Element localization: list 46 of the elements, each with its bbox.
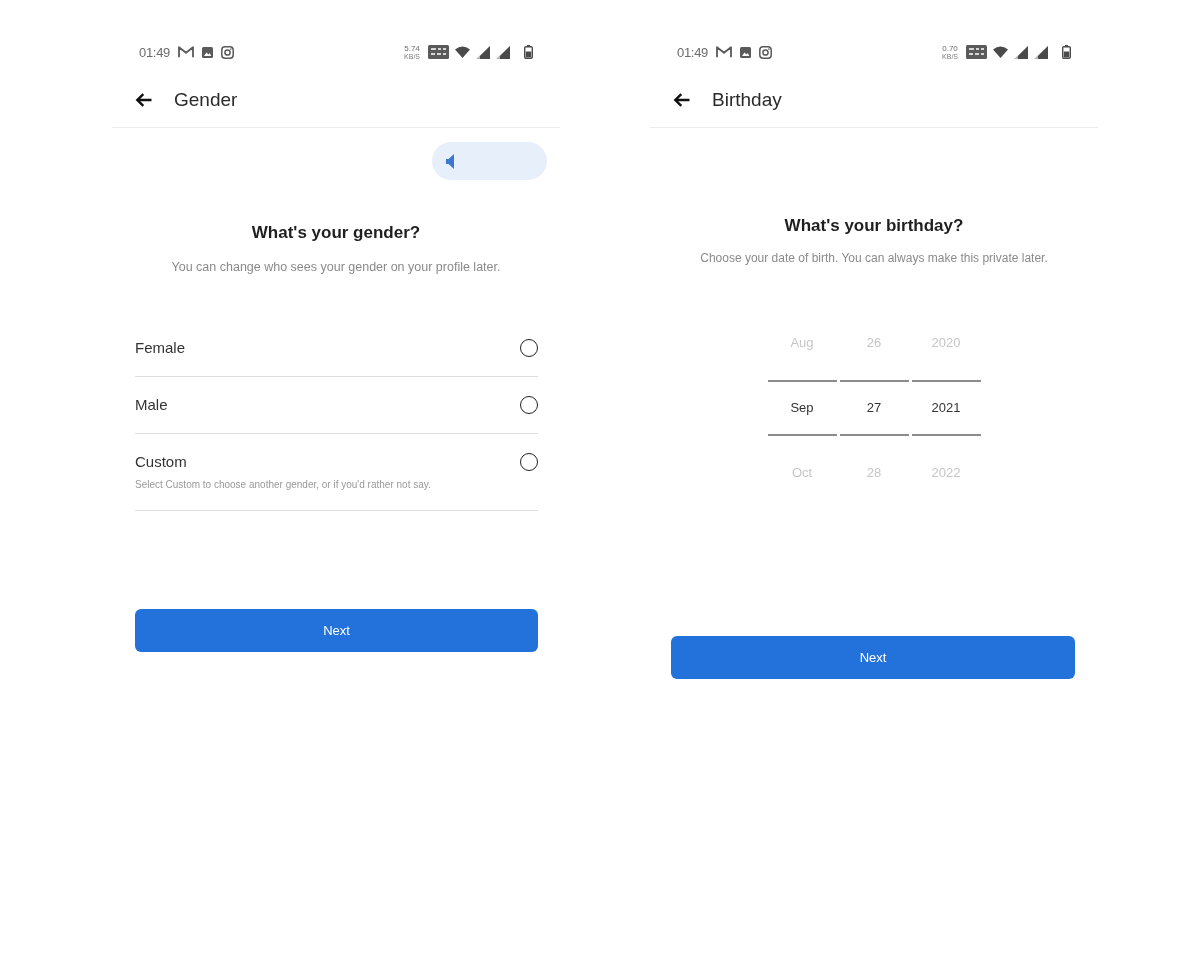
network-badge-icon: [966, 45, 987, 59]
picker-option[interactable]: 2020: [911, 315, 981, 371]
signal-icon: [1034, 45, 1048, 59]
picker-option[interactable]: 26: [839, 315, 909, 371]
camera-icon: [221, 45, 235, 59]
wifi-icon: [455, 46, 470, 58]
network-speed: 0.70: [942, 44, 958, 53]
picker-option[interactable]: 27: [839, 380, 909, 436]
back-button[interactable]: [135, 93, 152, 107]
wifi-icon: [993, 46, 1008, 58]
mail-icon: [716, 46, 733, 58]
signal-icon: [1014, 45, 1028, 59]
picker-option[interactable]: Aug: [767, 315, 837, 371]
picker-option[interactable]: 2021: [911, 380, 981, 436]
arrow-left-icon: [673, 93, 690, 107]
picker-option[interactable]: 28: [839, 445, 909, 501]
status-time: 01:49: [677, 45, 709, 59]
option-label: Female: [135, 338, 186, 358]
next-button[interactable]: Next: [671, 636, 1075, 679]
screen-title: Gender: [174, 88, 238, 112]
option-label: Male: [135, 395, 168, 415]
option-label: Custom: [135, 452, 188, 472]
picker-option[interactable]: Sep: [767, 380, 837, 436]
status-time: 01:49: [139, 45, 171, 59]
picker-option[interactable]: Oct: [767, 445, 837, 501]
option-description: Select Custom to choose another gender, or if you'd rather not say.: [135, 478, 431, 492]
page-subtitle: You can change who sees your gender on your profile later.: [170, 259, 502, 276]
network-badge-icon: [428, 45, 449, 59]
image-icon: [202, 46, 214, 58]
battery-icon: [1062, 45, 1071, 59]
page-heading: What's your birthday?: [783, 215, 965, 237]
network-speed: 5.74: [404, 44, 420, 53]
back-button[interactable]: [673, 93, 690, 107]
camera-icon: [759, 45, 773, 59]
page-subtitle: Choose your date of birth. You can always make this private later.: [699, 250, 1049, 267]
mail-icon: [178, 46, 195, 58]
signal-icon: [476, 45, 490, 59]
signal-icon: [496, 45, 510, 59]
next-button[interactable]: Next: [135, 609, 538, 652]
arrow-left-icon: [135, 93, 152, 107]
image-icon: [740, 46, 752, 58]
picker-option[interactable]: 2022: [911, 445, 981, 501]
battery-icon: [524, 45, 533, 59]
speaker-icon: [446, 153, 454, 169]
screen-title: Birthday: [712, 88, 782, 112]
page-heading: What's your gender?: [250, 222, 422, 244]
